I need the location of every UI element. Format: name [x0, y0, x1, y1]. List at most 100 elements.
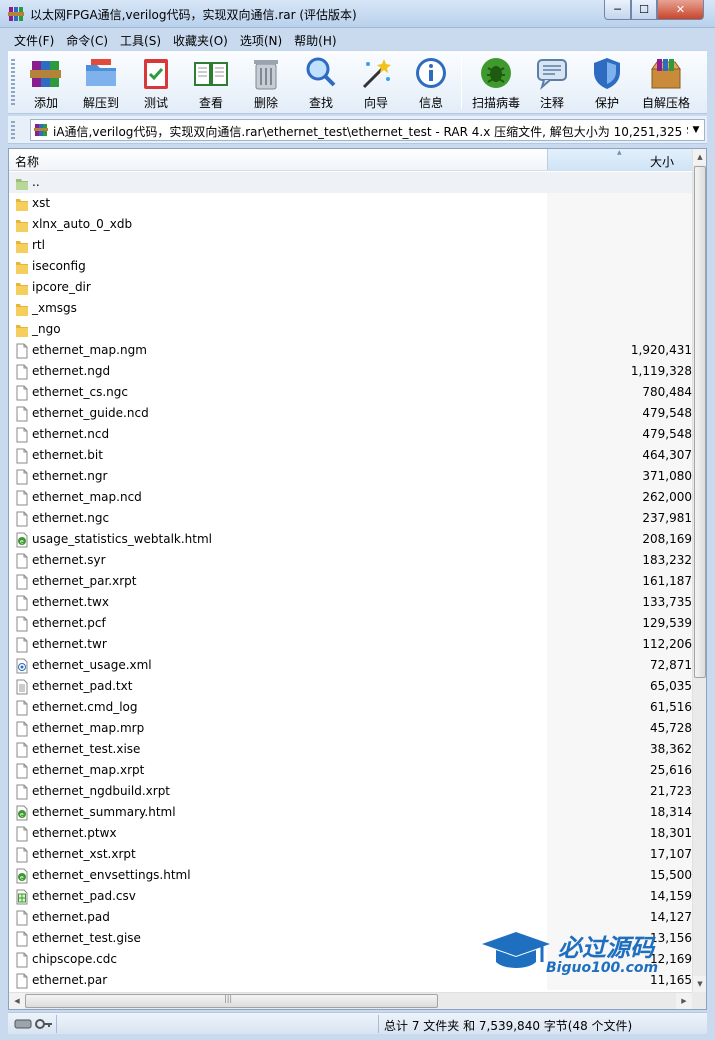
- comment-button[interactable]: 注释: [525, 55, 579, 113]
- file-row[interactable]: ethernet.pcf 129,539: [9, 613, 692, 634]
- minimize-button[interactable]: ─: [604, 0, 631, 20]
- scroll-down-arrow-icon[interactable]: ▼: [693, 976, 706, 992]
- drive-key-icon[interactable]: [14, 1016, 54, 1032]
- menu-commands[interactable]: 命令(C): [60, 32, 114, 49]
- file-row[interactable]: ethernet.ngr 371,080: [9, 466, 692, 487]
- find-button[interactable]: 查找: [294, 55, 348, 113]
- maximize-button[interactable]: ☐: [631, 0, 657, 20]
- file-name: ethernet.pcf: [32, 616, 106, 630]
- file-icon: [15, 385, 29, 401]
- folder-row[interactable]: xst: [9, 193, 692, 214]
- extract-to-button[interactable]: 解压到: [74, 55, 128, 113]
- file-icon: [15, 826, 29, 842]
- folder-row[interactable]: ipcore_dir: [9, 277, 692, 298]
- file-row[interactable]: ethernet.syr 183,232: [9, 550, 692, 571]
- file-icon: [15, 763, 29, 779]
- file-row[interactable]: ethernet_pad.txt 65,035: [9, 676, 692, 697]
- file-row[interactable]: e ethernet_envsettings.html 15,500: [9, 865, 692, 886]
- address-dropdown-button[interactable]: ▼: [688, 120, 704, 140]
- folder-row[interactable]: iseconfig: [9, 256, 692, 277]
- file-row[interactable]: ethernet.pad 14,127: [9, 907, 692, 928]
- vertical-scroll-thumb[interactable]: [694, 166, 706, 678]
- file-row[interactable]: ethernet_map.xrpt 25,616: [9, 760, 692, 781]
- file-row[interactable]: ethernet.cmd_log 61,516: [9, 697, 692, 718]
- file-size: 72,871: [650, 658, 692, 672]
- file-name: ethernet.ptwx: [32, 826, 117, 840]
- file-row[interactable]: ethernet_map.ncd 262,000: [9, 487, 692, 508]
- menu-favorites[interactable]: 收藏夹(O): [167, 32, 234, 49]
- file-icon: [15, 742, 29, 758]
- vertical-scrollbar[interactable]: ▲ ▼: [692, 149, 706, 992]
- file-name: ethernet_test.xise: [32, 742, 141, 756]
- wizard-button[interactable]: 向导: [349, 55, 403, 113]
- open-book-icon: [194, 62, 228, 86]
- file-row[interactable]: ethernet_usage.xml 72,871: [9, 655, 692, 676]
- file-row[interactable]: ethernet_pad.csv 14,159: [9, 886, 692, 907]
- file-size: 479,548: [642, 427, 692, 441]
- file-row[interactable]: ethernet_xst.xrpt 17,107: [9, 844, 692, 865]
- file-row[interactable]: e usage_statistics_webtalk.html 208,169: [9, 529, 692, 550]
- address-field[interactable]: iA通信,verilog代码，实现双向通信.rar\ethernet_test\…: [30, 119, 705, 141]
- file-row[interactable]: ethernet_ngdbuild.xrpt 21,723: [9, 781, 692, 802]
- graduation-cap-icon: [482, 932, 550, 968]
- extract-to-label: 解压到: [82, 96, 119, 110]
- file-row[interactable]: ethernet.twx 133,735: [9, 592, 692, 613]
- folder-row[interactable]: _ngo: [9, 319, 692, 340]
- file-icon: [15, 343, 29, 359]
- file-row[interactable]: ethernet_test.xise 38,362: [9, 739, 692, 760]
- scroll-left-arrow-icon[interactable]: ◀: [9, 993, 25, 1009]
- sfx-button[interactable]: 自解压格: [635, 55, 697, 113]
- menu-file[interactable]: 文件(F): [8, 32, 60, 49]
- file-row[interactable]: e ethernet_summary.html 18,314: [9, 802, 692, 823]
- file-size: 25,616: [650, 763, 692, 777]
- menu-help[interactable]: 帮助(H): [288, 32, 342, 49]
- delete-button[interactable]: 删除: [239, 55, 293, 113]
- file-row[interactable]: ethernet.ptwx 18,301: [9, 823, 692, 844]
- folder-row[interactable]: xlnx_auto_0_xdb: [9, 214, 692, 235]
- test-button[interactable]: 测试: [129, 55, 183, 113]
- close-icon: ✕: [675, 3, 686, 16]
- file-row[interactable]: ethernet.ncd 479,548: [9, 424, 692, 445]
- file-row[interactable]: ethernet_cs.ngc 780,484: [9, 382, 692, 403]
- file-row[interactable]: ethernet.ngc 237,981: [9, 508, 692, 529]
- menu-options[interactable]: 选项(N): [234, 32, 288, 49]
- file-size: 14,127: [650, 910, 692, 924]
- column-size-header[interactable]: ▲ 大小: [547, 149, 692, 170]
- file-name: ethernet_test.gise: [32, 931, 141, 945]
- toolbar-grip[interactable]: [11, 59, 15, 107]
- virus-scan-button[interactable]: 扫描病毒: [469, 55, 523, 113]
- add-button[interactable]: 添加: [19, 55, 73, 113]
- address-grip[interactable]: [11, 121, 15, 139]
- file-size: 479,548: [642, 406, 692, 420]
- folder-row[interactable]: _xmsgs: [9, 298, 692, 319]
- file-size: 464,307: [642, 448, 692, 462]
- info-button[interactable]: 信息: [404, 55, 458, 113]
- scroll-right-arrow-icon[interactable]: ▶: [676, 993, 692, 1009]
- menu-tools[interactable]: 工具(S): [114, 32, 167, 49]
- folder-row[interactable]: rtl: [9, 235, 692, 256]
- watermark-text: 必过源码: [558, 934, 654, 962]
- scroll-up-arrow-icon[interactable]: ▲: [693, 149, 706, 165]
- file-size: 17,107: [650, 847, 692, 861]
- horizontal-scroll-thumb[interactable]: [25, 994, 438, 1008]
- svg-text:e: e: [20, 539, 24, 546]
- file-size: 371,080: [642, 469, 692, 483]
- protect-button[interactable]: 保护: [580, 55, 634, 113]
- sfx-box-icon: [651, 59, 681, 89]
- file-row[interactable]: ethernet_map.ngm 1,920,431: [9, 340, 692, 361]
- file-row[interactable]: ethernet.bit 464,307: [9, 445, 692, 466]
- clipboard-check-icon: [144, 59, 168, 89]
- parent-folder-row[interactable]: ..: [9, 172, 692, 193]
- file-row[interactable]: ethernet_guide.ncd 479,548: [9, 403, 692, 424]
- file-size: 14,159: [650, 889, 692, 903]
- file-name: ethernet.syr: [32, 553, 106, 567]
- close-button[interactable]: ✕: [657, 0, 704, 20]
- view-button[interactable]: 查看: [184, 55, 238, 113]
- file-icon: [15, 721, 29, 737]
- file-row[interactable]: ethernet_par.xrpt 161,187: [9, 571, 692, 592]
- column-name-header[interactable]: 名称: [15, 153, 39, 170]
- file-row[interactable]: ethernet.ngd 1,119,328: [9, 361, 692, 382]
- file-row[interactable]: ethernet.twr 112,206: [9, 634, 692, 655]
- horizontal-scrollbar[interactable]: ◀ ▶: [9, 992, 692, 1009]
- file-row[interactable]: ethernet_map.mrp 45,728: [9, 718, 692, 739]
